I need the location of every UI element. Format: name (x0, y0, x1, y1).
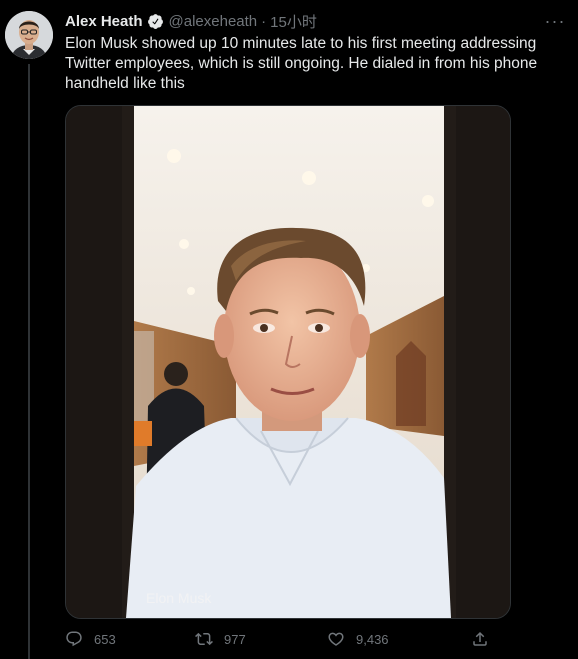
like-count: 9,436 (356, 631, 389, 647)
tweet-actions: 653 977 9,436 (65, 625, 505, 653)
reply-count: 653 (94, 631, 116, 647)
tweet-header: Alex Heath @alexeheath · 15小时 (65, 11, 558, 31)
reply-button[interactable]: 653 (65, 625, 116, 653)
retweet-button[interactable]: 977 (195, 625, 246, 653)
more-icon[interactable]: ··· (542, 8, 568, 34)
avatar[interactable] (5, 11, 53, 59)
separator-dot: · (261, 12, 267, 30)
author-name[interactable]: Alex Heath (65, 13, 143, 30)
share-icon (473, 631, 487, 646)
share-button[interactable] (471, 625, 500, 653)
video-frame (66, 106, 510, 618)
thread-line (28, 64, 30, 659)
heart-icon (328, 632, 344, 646)
tweet-video[interactable]: Elon Musk (65, 105, 511, 619)
like-button[interactable]: 9,436 (327, 625, 389, 653)
video-caption: Elon Musk (146, 590, 212, 606)
reply-icon (66, 631, 82, 647)
author-handle[interactable]: @alexeheath (169, 13, 258, 30)
verified-badge-icon (147, 13, 164, 30)
tweet-text: Elon Musk showed up 10 minutes late to h… (65, 35, 538, 92)
retweet-count: 977 (224, 631, 246, 647)
retweet-icon (195, 632, 213, 646)
tweet-timestamp[interactable]: 15小时 (270, 11, 317, 32)
avatar-image (5, 11, 53, 59)
